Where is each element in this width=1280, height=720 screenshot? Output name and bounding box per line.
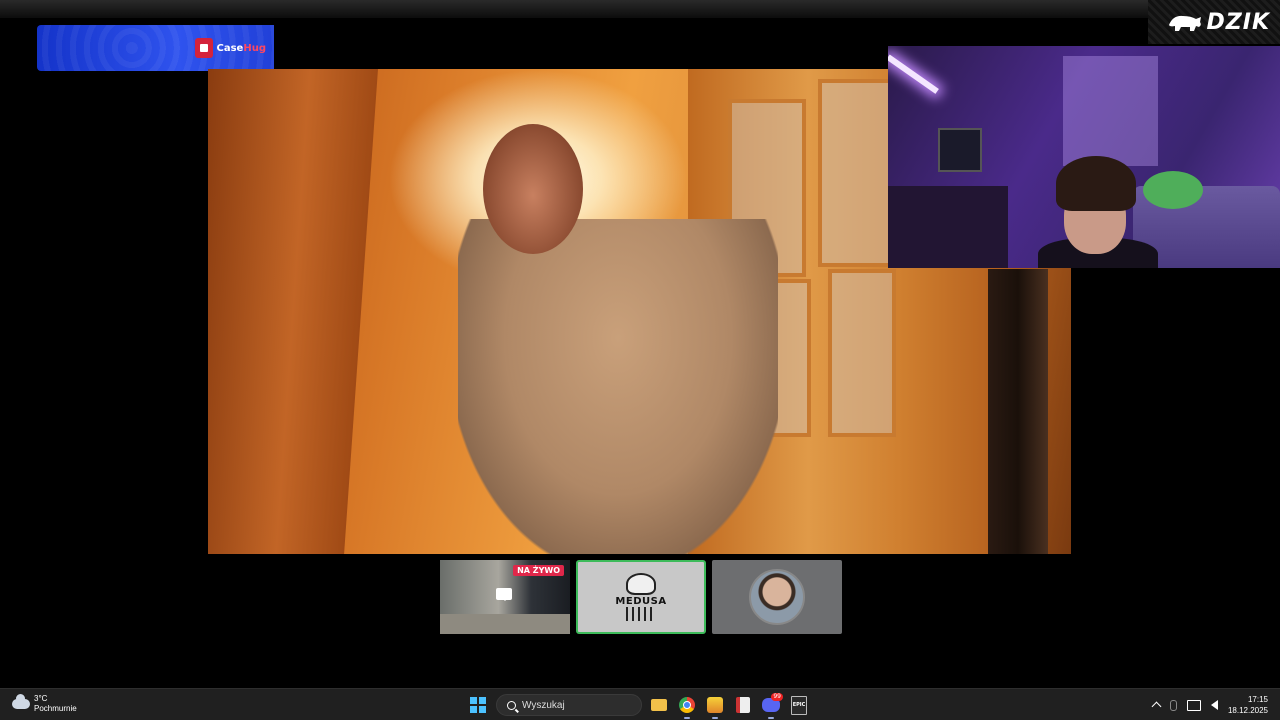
weather-temperature: 3°C — [34, 694, 48, 703]
app-button-2[interactable] — [732, 694, 754, 716]
door-glass-pane — [828, 269, 896, 437]
clock-date: 18.12.2025 — [1227, 706, 1268, 715]
medusa-logo-icon — [626, 573, 656, 595]
chevron-up-icon[interactable] — [1151, 701, 1162, 712]
dzik-brand-text: DZIK — [1206, 9, 1270, 35]
system-tray: 17:15 18.12.2025 — [1151, 692, 1268, 718]
app-icon — [707, 697, 723, 713]
file-explorer-button[interactable] — [648, 694, 670, 716]
door-glass-pane — [818, 79, 896, 267]
medusa-label: MEDUSA — [615, 596, 667, 607]
webcam-monitor — [938, 128, 982, 172]
top-bar — [0, 0, 1280, 18]
scene-person-body — [458, 219, 778, 554]
app-button[interactable] — [704, 694, 726, 719]
taskbar-center: Wyszukaj 99 EPIC — [466, 691, 810, 719]
thumbnail-live-stream[interactable]: NA ŻYWO — [440, 560, 570, 634]
start-button[interactable] — [466, 697, 490, 713]
avatar — [749, 569, 805, 625]
weather-description: Pochmurnie — [34, 704, 77, 713]
participant-thumbnails: NA ŻYWO MEDUSA — [440, 560, 842, 634]
discord-button[interactable]: 99 — [760, 693, 783, 719]
weather-text: 3°C Pochmurnie — [34, 694, 77, 714]
casehug-wordmark: CaseHug — [216, 42, 266, 54]
chrome-icon — [679, 697, 695, 713]
document-icon — [736, 697, 750, 713]
folder-icon — [651, 699, 667, 711]
live-badge: NA ŻYWO — [513, 565, 564, 576]
casehug-logo-icon — [194, 38, 213, 58]
windows-taskbar: 3°C Pochmurnie Wyszukaj 99 EPIC 17:15 18… — [0, 688, 1280, 720]
network-icon[interactable] — [1186, 699, 1201, 711]
clock[interactable]: 17:15 18.12.2025 — [1228, 694, 1268, 716]
boar-icon — [1168, 15, 1201, 31]
epic-games-icon: EPIC — [791, 695, 807, 715]
casehug-logo: CaseHug — [194, 38, 266, 58]
webcam-window — [1063, 56, 1158, 166]
weather-widget[interactable]: 3°C Pochmurnie — [12, 694, 77, 714]
chat-icon — [496, 588, 512, 601]
thumbnail-medusa[interactable]: MEDUSA — [576, 560, 706, 634]
search-placeholder: Wyszukaj — [522, 699, 565, 711]
casehug-banner: CaseHug — [37, 25, 274, 71]
notification-badge: 99 — [771, 693, 783, 701]
neon-light — [888, 54, 939, 94]
scene-dark-object — [988, 269, 1048, 554]
taskbar-search[interactable]: Wyszukaj — [496, 694, 642, 716]
scene-person-head — [483, 124, 583, 254]
chrome-button[interactable] — [676, 694, 698, 719]
dzik-logo: DZIK — [1148, 0, 1280, 44]
epic-games-button[interactable]: EPIC — [788, 694, 810, 716]
clock-time: 17:15 — [1247, 695, 1268, 704]
thumbnail-scene — [440, 614, 570, 634]
cloud-icon — [12, 694, 30, 709]
webcam-shelf — [888, 186, 1008, 268]
volume-icon[interactable] — [1210, 700, 1218, 710]
thumbnail-participant[interactable] — [712, 560, 842, 634]
microphone-icon[interactable] — [1169, 699, 1177, 711]
scene-door-left — [208, 69, 378, 554]
search-icon — [507, 700, 516, 710]
webcam-streamer — [1038, 156, 1158, 268]
medusa-tentacles — [626, 607, 656, 621]
streamer-webcam — [888, 46, 1280, 268]
